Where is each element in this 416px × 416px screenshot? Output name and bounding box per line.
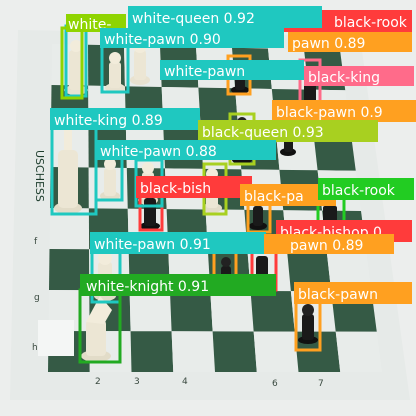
chessboard-scene: USCHESS 2 3 4 6 7 f g h black-rook white… — [0, 0, 416, 416]
detection-label: white-king 0.89 — [54, 113, 163, 129]
file-label: 4 — [182, 377, 188, 387]
file-label: 7 — [318, 379, 324, 389]
board-square — [253, 331, 299, 372]
detection-label: white-pawn — [164, 64, 245, 80]
detection-label: white-pawn 0.90 — [104, 32, 221, 48]
detection-label: black-rook — [334, 15, 408, 31]
board-square — [250, 290, 295, 332]
detection-label: white-pawn 0.88 — [100, 144, 217, 160]
detection-label: pawn 0.89 — [290, 238, 363, 254]
detection-label: black-bish — [140, 181, 211, 197]
board-square — [212, 331, 257, 372]
detection-label: black-king — [308, 70, 380, 86]
detection-label: white-queen 0.92 — [132, 11, 255, 27]
board-square — [129, 290, 172, 332]
brand-text: USCHESS — [33, 150, 46, 202]
detection-label: white-knight 0.91 — [86, 279, 209, 295]
detection-label: black-queen 0.93 — [202, 125, 324, 141]
mat-logo-square — [38, 320, 74, 356]
board-square — [130, 331, 174, 372]
board-square — [210, 290, 254, 332]
rank-label: g — [34, 293, 40, 303]
detection-label: black-pa — [244, 189, 304, 205]
detection-label: black-rook — [322, 183, 396, 199]
board-square — [169, 290, 213, 332]
file-label: 2 — [95, 377, 101, 387]
board-square — [335, 331, 382, 372]
detection-label: black-pawn 0.9 — [276, 105, 383, 121]
file-label: 6 — [272, 379, 278, 389]
rank-label: h — [32, 343, 38, 353]
detection-photo: USCHESS 2 3 4 6 7 f g h black-rook white… — [0, 0, 416, 416]
detection-label: pawn 0.89 — [292, 36, 365, 52]
file-label: 3 — [134, 377, 140, 387]
detection-label: white-pawn 0.91 — [94, 237, 211, 253]
detection-label: black-pawn — [298, 287, 378, 303]
board-square — [171, 331, 215, 372]
